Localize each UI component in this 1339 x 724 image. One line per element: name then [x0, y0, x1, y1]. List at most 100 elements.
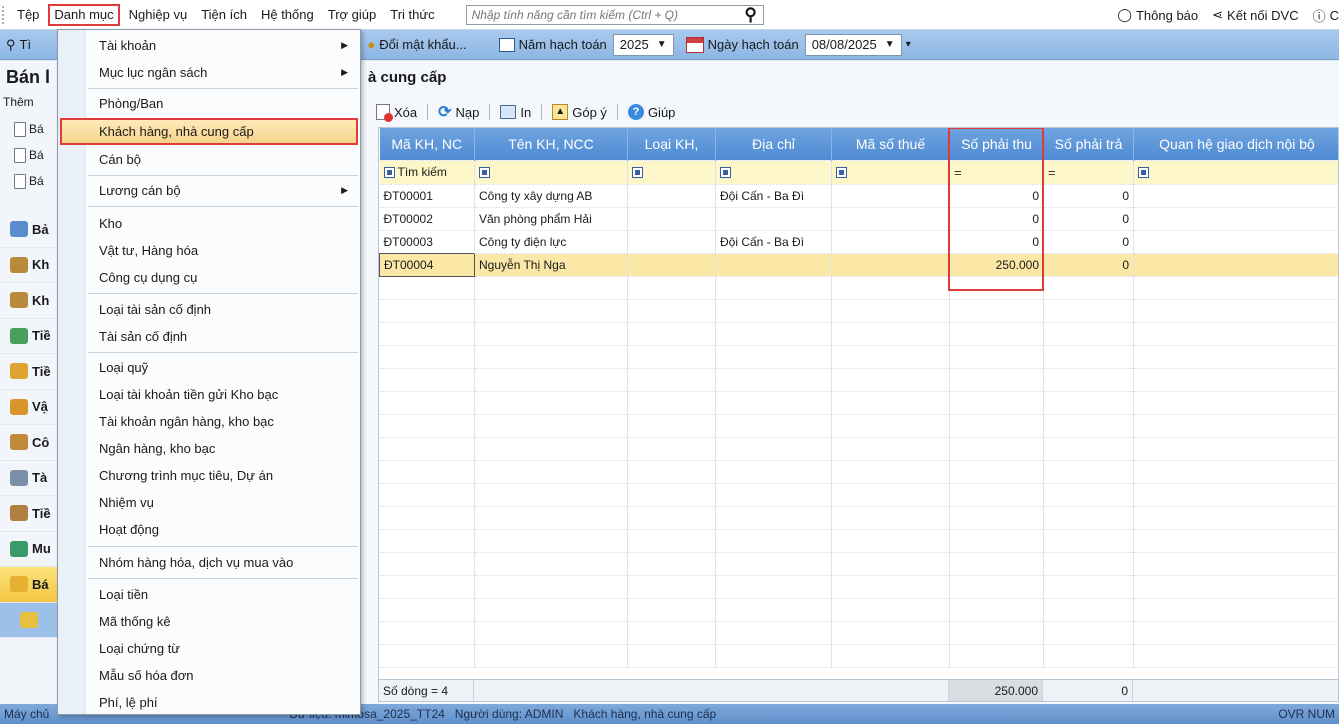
menu-item-treasury-deposit-types[interactable]: Loại tài khoản tiền gửi Kho bạc	[60, 381, 358, 408]
menu-utilities[interactable]: Tiện ích	[194, 4, 254, 26]
filter-cell-address[interactable]	[715, 160, 832, 185]
menu-item-label: Mục lục ngân sách	[99, 65, 208, 80]
menu-item-fees[interactable]: Phí, lệ phí	[60, 689, 358, 716]
menu-item-customers-suppliers[interactable]: Khách hàng, nhà cung cấp	[60, 118, 358, 145]
module-nav: Bả Kh Kh Tiề Tiề Vậ Cô Tà Tiề Mu Bá	[0, 212, 62, 638]
toolbar-search-button[interactable]: ⚲ Tì	[0, 32, 37, 58]
filter-cell-code[interactable]: Tìm kiếm	[379, 160, 475, 185]
col-header-internal[interactable]: Quan hệ giao dịch nội bộ	[1133, 128, 1338, 161]
table-row[interactable]: ĐT00001 Công ty xây dựng AB Đội Cấn - Ba…	[379, 184, 1338, 208]
filter-cell-internal[interactable]	[1133, 160, 1338, 185]
col-header-address[interactable]: Địa chỉ	[715, 128, 832, 161]
help-button[interactable]: ? Giúp	[627, 104, 675, 120]
page-title: à cung cấp	[368, 69, 447, 86]
nav-item[interactable]: Tiề	[0, 354, 62, 390]
empty-row	[379, 644, 1338, 668]
nav-item[interactable]: Kh	[0, 283, 62, 319]
delete-icon	[376, 104, 393, 122]
table-row-selected[interactable]: ĐT00004 Nguyễn Thị Nga 250.000 0	[379, 252, 1338, 277]
toolbar-overflow-icon[interactable]: ▾	[906, 39, 911, 50]
change-password-button[interactable]: ● Đổi mật khẩu...	[361, 32, 472, 58]
cell-payable: 0	[1043, 230, 1134, 254]
menu-catalog[interactable]: Danh mục	[48, 3, 120, 26]
doc-item[interactable]: Bá	[14, 116, 46, 142]
menu-item-warehouse[interactable]: Kho	[60, 210, 358, 237]
menu-item-invoice-templates[interactable]: Mẫu số hóa đơn	[60, 662, 358, 689]
menu-item-staff[interactable]: Cán bộ	[60, 146, 358, 173]
menu-operations[interactable]: Nghiệp vụ	[122, 4, 195, 26]
table-row[interactable]: ĐT00003 Công ty điện lực Đội Cấn - Ba Đì…	[379, 230, 1338, 254]
chevron-down-icon: ▼	[656, 39, 667, 50]
notification-button[interactable]: ◯ Thông báo	[1117, 7, 1198, 23]
col-header-name[interactable]: Tên KH, NCC	[474, 128, 628, 161]
col-header-receivable[interactable]: Số phải thu	[949, 128, 1044, 161]
menu-item-materials-goods[interactable]: Vật tư, Hàng hóa	[60, 237, 358, 264]
menu-item-fund-types[interactable]: Loại quỹ	[60, 354, 358, 381]
col-header-type[interactable]: Loại KH,	[627, 128, 716, 161]
feature-search-input[interactable]	[466, 7, 739, 22]
nav-item[interactable]: Cô	[0, 425, 62, 461]
menu-item-budget-index[interactable]: Mục lục ngân sách ▶	[60, 59, 358, 86]
menu-item-label: Loại quỹ	[99, 360, 149, 375]
menu-knowledge[interactable]: Tri thức	[383, 4, 441, 26]
menu-item-accounts[interactable]: Tài khoản ▶	[60, 32, 358, 59]
nav-item-selected[interactable]: Bá	[0, 567, 62, 603]
fiscal-year-select[interactable]: 2025 ▼	[612, 33, 674, 56]
menu-item-label: Kho	[99, 216, 123, 231]
doc-list: Bá Bá Bá	[14, 116, 46, 194]
menu-file[interactable]: Tệp	[10, 4, 46, 26]
filter-cell-type[interactable]	[627, 160, 716, 185]
menu-item-currencies[interactable]: Loại tiền	[60, 581, 358, 608]
help-circle-button[interactable]: ⓘ C	[1313, 6, 1339, 25]
cell-type	[627, 207, 716, 231]
feedback-button[interactable]: ▲ Góp ý	[552, 104, 607, 120]
posting-date-picker[interactable]: 08/08/2025 ▼	[804, 33, 902, 56]
nav-item[interactable]: Kh	[0, 248, 62, 283]
print-button[interactable]: In	[500, 105, 531, 120]
col-header-payable[interactable]: Số phải trả	[1043, 128, 1134, 161]
filter-cell-payable[interactable]: =	[1043, 160, 1134, 185]
delete-button[interactable]: Xóa	[376, 104, 417, 122]
menu-item-asset-types[interactable]: Loại tài sản cố định	[60, 296, 358, 323]
reload-button[interactable]: ⟳ Nạp	[438, 102, 479, 122]
nav-item[interactable]: Tà	[0, 461, 62, 496]
menu-item-purchase-groups[interactable]: Nhóm hàng hóa, dịch vụ mua vào	[60, 549, 358, 576]
table-row[interactable]: ĐT00002 Văn phòng phẩm Hải 0 0	[379, 207, 1338, 231]
nav-item[interactable]: Tiề	[0, 319, 62, 354]
nav-item[interactable]: Tiề	[0, 496, 62, 532]
col-header-code[interactable]: Mã KH, NC	[379, 128, 475, 161]
menu-system[interactable]: Hệ thống	[254, 4, 321, 26]
menu-item-tasks[interactable]: Nhiệm vụ	[60, 489, 358, 516]
menubar-right: ◯ Thông báo ⋖ Kết nối DVC ⓘ C	[1117, 0, 1339, 30]
menu-item-document-types[interactable]: Loại chứng từ	[60, 635, 358, 662]
menu-item-fixed-assets[interactable]: Tài sản cố định	[60, 323, 358, 350]
nav-item[interactable]: Bả	[0, 212, 62, 248]
document-icon	[14, 173, 26, 189]
menu-item-departments[interactable]: Phòng/Ban	[60, 90, 358, 117]
empty-row	[379, 506, 1338, 530]
menu-item-programs-projects[interactable]: Chương trình mục tiêu, Dự án	[60, 462, 358, 489]
nav-item[interactable]: Mu	[0, 532, 62, 567]
menu-item-tools[interactable]: Công cụ dụng cụ	[60, 264, 358, 291]
nav-item[interactable]: Vậ	[0, 390, 62, 425]
dvc-connect-button[interactable]: ⋖ Kết nối DVC	[1212, 7, 1298, 23]
menu-item-statistic-codes[interactable]: Mã thống kê	[60, 608, 358, 635]
menu-item-banks[interactable]: Ngân hàng, kho bạc	[60, 435, 358, 462]
doc-item[interactable]: Bá	[14, 168, 46, 194]
upload-icon: ▲	[552, 104, 569, 120]
empty-row	[379, 345, 1338, 369]
filter-cell-name[interactable]	[474, 160, 628, 185]
menu-help[interactable]: Trợ giúp	[321, 4, 384, 26]
filter-cell-receivable[interactable]: =	[949, 160, 1044, 185]
document-icon	[14, 121, 26, 137]
menu-item-staff-salary[interactable]: Lương cán bộ ▶	[60, 177, 358, 204]
col-header-tax[interactable]: Mã số thuế	[831, 128, 950, 161]
doc-item[interactable]: Bá	[14, 142, 46, 168]
asset-icon	[10, 469, 28, 486]
menu-item-activities[interactable]: Hoạt động	[60, 516, 358, 543]
menu-item-bank-accounts[interactable]: Tài khoản ngân hàng, kho bạc	[60, 408, 358, 435]
posting-date-label-group: Ngày hạch toán	[680, 32, 805, 58]
filter-cell-tax[interactable]	[831, 160, 950, 185]
nav-item[interactable]	[0, 602, 62, 638]
search-icon[interactable]: ⚲	[739, 5, 763, 25]
